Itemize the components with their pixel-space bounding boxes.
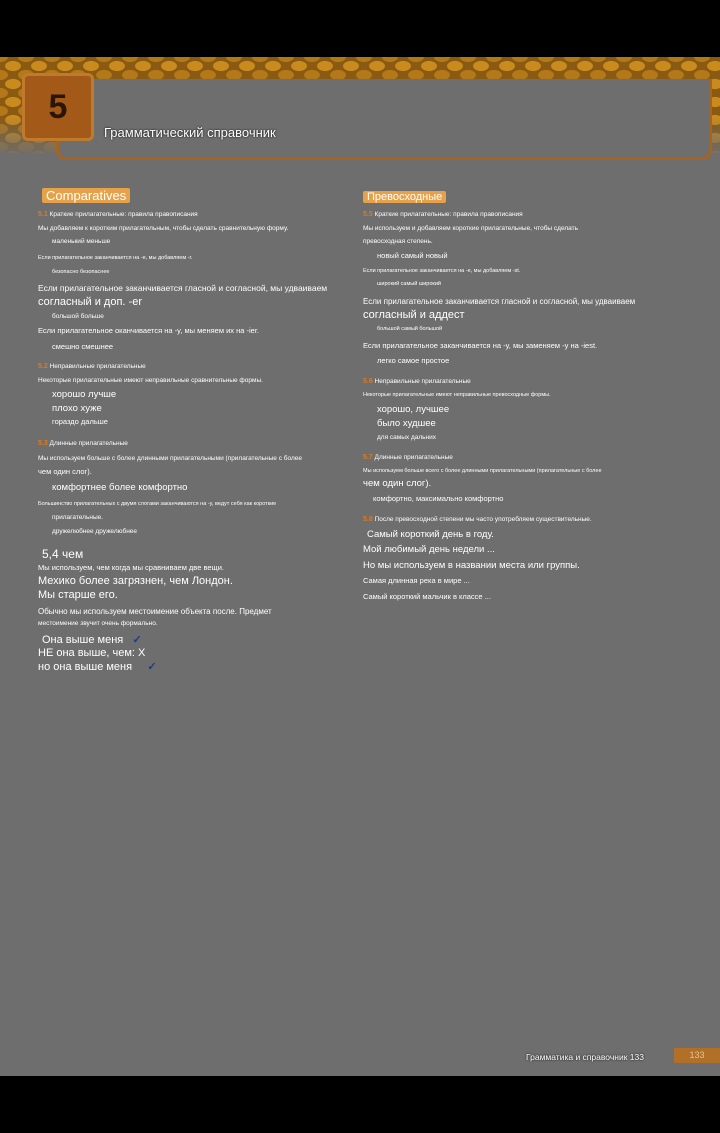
rule-text: Обычно мы используем местоимение объекта…	[38, 607, 272, 616]
section-subtitle: Неправильные прилагательные	[49, 363, 146, 370]
rule-text: Мы используем, чем когда мы сравниваем д…	[38, 563, 224, 572]
rule-text: согласный и доп. -er	[38, 296, 142, 308]
example-text: комфортнее более комфортно	[52, 482, 188, 493]
example-text: Мехико более загрязнен, чем Лондон.	[38, 575, 233, 587]
section-5-1: 5.1 Краткие прилагательные: правила прав…	[38, 211, 353, 351]
rule-text: Если прилагательное заканчивается на -e,…	[38, 255, 193, 261]
rule-text: Большинство прилагательных с двумя слога…	[38, 501, 277, 507]
textbook-page: 5 Грамматический справочник Comparatives…	[0, 57, 720, 1076]
section-number: 5.8	[363, 516, 373, 523]
rule-text: Мы добавляем к коротким прилагательным, …	[38, 225, 289, 232]
example-text: Самая длинная река в мире ...	[363, 576, 470, 585]
example-text: гораздо дальше	[52, 417, 108, 426]
section-5-3: 5.3 Длинные прилагательные Мы используем…	[38, 440, 353, 535]
example-text: Самый короткий день в году.	[367, 529, 494, 540]
section-subtitle: Краткие прилагательные: правила правопис…	[49, 211, 198, 218]
rule-text: Некоторые прилагательные имеют неправиль…	[38, 377, 263, 384]
rule-text: прилагательные.	[52, 514, 104, 521]
rule-text: Если прилагательное оканчивается на -y, …	[38, 326, 260, 335]
chapter-number-badge: 5	[22, 73, 94, 141]
section-number: 5.3	[38, 440, 48, 447]
comparatives-column: Comparatives 5.1 Краткие прилагательные:…	[38, 187, 353, 673]
section-5-5: 5.5 Краткие прилагательные: правила прав…	[363, 211, 663, 365]
example-text: плохо хуже	[52, 403, 102, 414]
example-text: НЕ она выше, чем: Х	[38, 647, 146, 659]
rule-text: превосходная степень.	[363, 238, 433, 245]
example-text: хорошо, лучшее	[377, 404, 450, 415]
section-subtitle: Неправильные прилагательные	[374, 378, 471, 385]
example-text: хорошо лучше	[52, 389, 117, 400]
example-text: широкий самый широкий	[377, 281, 441, 287]
section-number: 5.5	[363, 211, 373, 218]
footer-text: Грамматика и справочник 133	[526, 1052, 644, 1062]
section-number: 5.2	[38, 363, 48, 370]
rule-text: Если прилагательное заканчивается гласно…	[363, 297, 636, 306]
section-5-7: 5.7 Длинные прилагательные Мы используем…	[363, 454, 663, 503]
example-text: большой самый большой	[377, 326, 443, 332]
example-text: для самых дальних	[377, 434, 437, 441]
section-subtitle: Длинные прилагательные	[374, 454, 453, 461]
rule-text: чем один слог).	[38, 467, 92, 476]
check-icon: ✓	[126, 634, 142, 646]
rule-text: Если прилагательное заканчивается на -y,…	[363, 341, 598, 350]
section-subtitle: Длинные прилагательные	[49, 440, 128, 447]
example-text: Мы старше его.	[38, 589, 118, 601]
section-number: 5.7	[363, 454, 373, 461]
comparatives-heading: Comparatives	[42, 188, 131, 203]
rule-text: чем один слог).	[363, 478, 432, 489]
example-text: маленький меньше	[52, 238, 111, 245]
section-5-8: 5.8 После превосходной степени мы часто …	[363, 516, 663, 601]
example-text: Она выше меня	[42, 634, 124, 646]
page-number-badge: 133	[674, 1048, 720, 1063]
page-title: Грамматический справочник	[104, 125, 276, 140]
rule-text: Некоторые прилагательные имеют неправиль…	[363, 392, 551, 398]
example-text: было худшее	[377, 418, 436, 429]
rule-text: согласный и аддест	[363, 309, 465, 321]
example-text: но она выше меня	[38, 661, 133, 673]
check-icon: ✓	[135, 661, 157, 673]
rule-text: Мы используем больше всего с более длинн…	[363, 468, 602, 474]
section-number: 5.6	[363, 378, 373, 385]
section-subtitle: После превосходной степени мы часто упот…	[374, 516, 592, 523]
example-text: комфортно, максимально комфортно	[373, 494, 504, 503]
example-text: смешно смешнее	[52, 342, 114, 351]
superlatives-column: Превосходные 5.5 Краткие прилагательные:…	[363, 187, 663, 601]
section-number: 5.1	[38, 211, 48, 218]
section-5-6: 5.6 Неправильные прилагательные Некоторы…	[363, 378, 663, 441]
example-text: легко самое простое	[377, 356, 450, 365]
section-5-4: 5,4 чем Мы используем, чем когда мы срав…	[38, 547, 353, 673]
section-subtitle: Краткие прилагательные: правила правопис…	[374, 211, 523, 218]
section-5-2: 5.2 Неправильные прилагательные Некоторы…	[38, 363, 353, 426]
superlatives-heading: Превосходные	[363, 191, 447, 203]
example-text: новый самый новый	[377, 251, 448, 260]
example-text: безопасно безопаснее	[52, 269, 110, 275]
rule-text: Но мы используем в названии места или гр…	[363, 560, 580, 571]
header-frame	[56, 79, 712, 160]
example-text: большой больше	[52, 313, 104, 320]
rule-text: Если прилагательное заканчивается на -e,…	[363, 268, 521, 274]
example-text: Самый короткий мальчик в классе ...	[363, 592, 491, 601]
rule-text: Мы используем больше с более длинными пр…	[38, 455, 302, 462]
rule-text: Если прилагательное заканчивается гласно…	[38, 283, 328, 293]
section-heading: 5,4 чем	[42, 547, 84, 561]
example-text: Мой любимый день недели ...	[363, 544, 495, 555]
example-text: дружелюбнее дружелюбнее	[52, 528, 138, 535]
rule-text: местоимение звучит очень формально.	[38, 620, 158, 627]
rule-text: Мы используем и добавляем короткие прила…	[363, 225, 578, 232]
